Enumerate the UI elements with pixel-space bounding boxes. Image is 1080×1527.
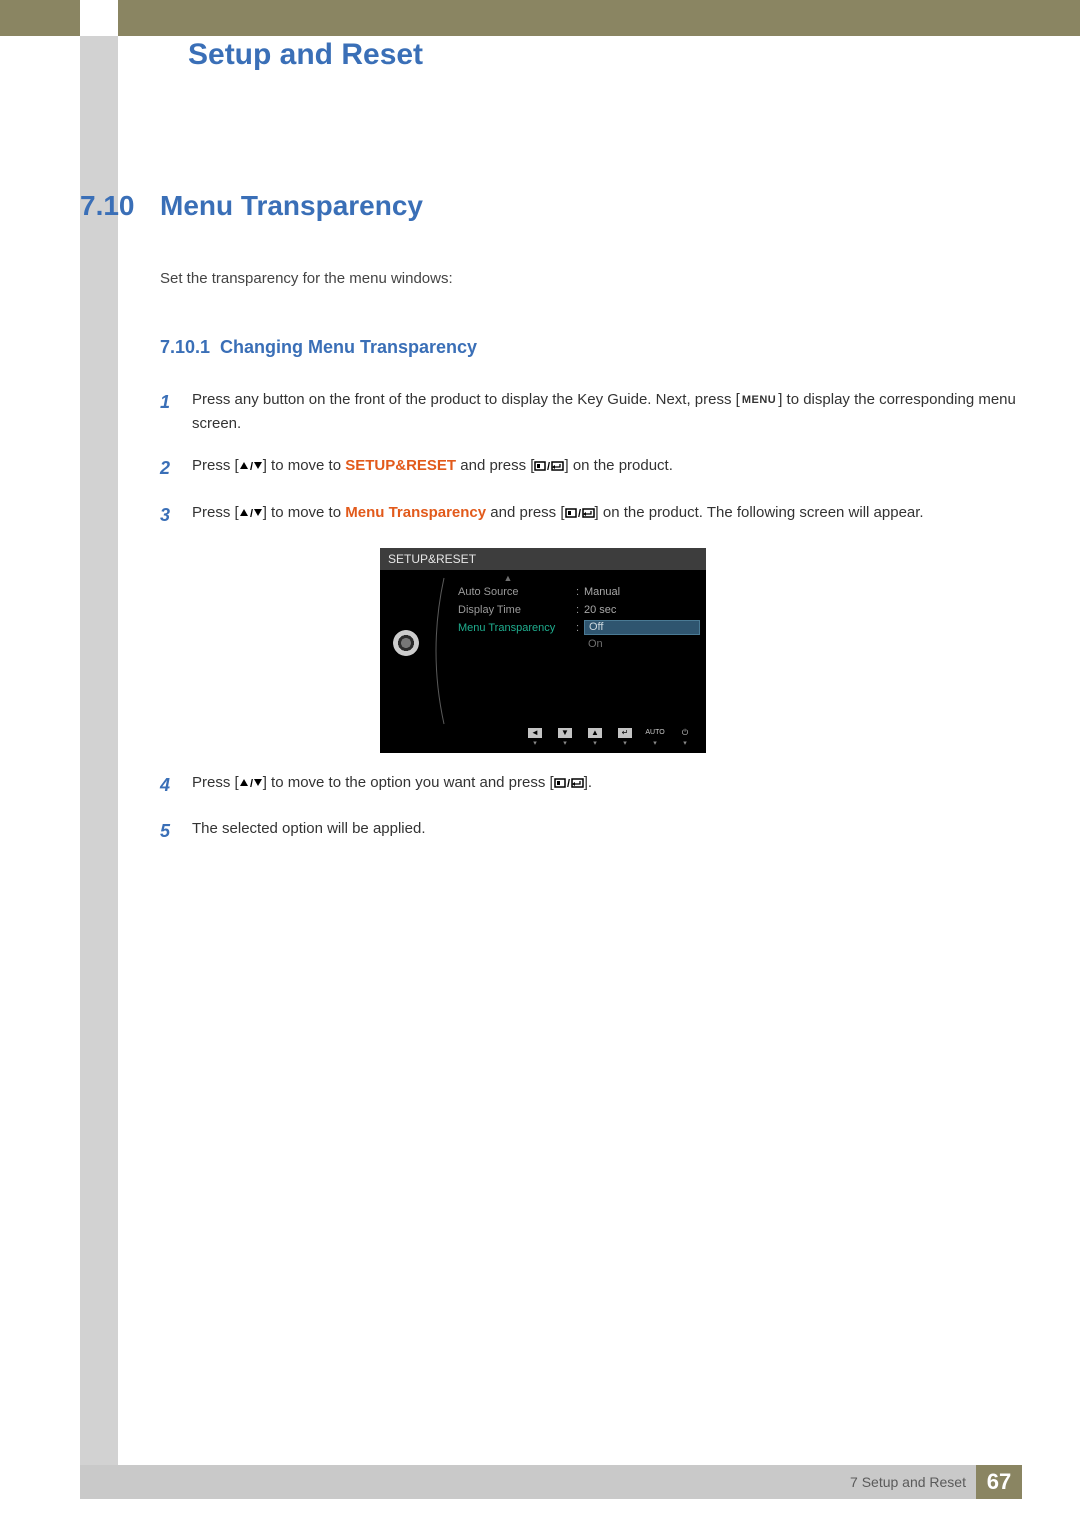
text: Press any button on the front of the pro… [192,391,740,408]
highlight: SETUP&RESET [345,457,456,474]
text: ] to move to the option you want and pre… [263,774,554,791]
subsection-number: 7.10.1 [160,337,220,358]
svg-text:/: / [250,508,253,519]
footer-chapter-ref: 7 Setup and Reset [850,1474,976,1490]
step-4: 4 Press [ / ] to move to the option you wa… [160,771,1022,800]
osd-nav-bar: ◄▾ ▼▾ ▲▾ ↵▾ AUTO▾ ⏻▾ [380,725,706,753]
step-number: 5 [160,817,192,846]
nav-power-icon: ⏻▾ [672,728,698,748]
select-enter-icon: / [565,507,595,519]
up-arrow-icon: ▲ [478,574,538,583]
text: and press [ [486,504,564,521]
footer: 7 Setup and Reset 67 [80,1465,1022,1499]
osd-title: SETUP&RESET [380,548,706,570]
step-2: 2 Press [ / ] to move to SETUP&RESET and p… [160,454,1022,483]
up-down-arrow-icon: / [239,507,263,519]
osd-value: Manual [584,586,620,598]
section-title: Menu Transparency [160,190,423,222]
svg-text:/: / [567,778,570,789]
top-bar [0,0,1080,36]
text: ] to move to [263,457,346,474]
header-tab [80,0,118,36]
svg-text:/: / [578,508,581,519]
subsection-title: Changing Menu Transparency [220,337,477,358]
text: Press [ [192,504,239,521]
step-body: Press [ / ] to move to Menu Transparency a… [192,501,1022,530]
nav-down-icon: ▼▾ [552,728,578,748]
up-down-arrow-icon: / [239,460,263,472]
step-number: 2 [160,454,192,483]
osd-label: Auto Source [458,586,576,598]
step-number: 1 [160,388,192,436]
intro-text: Set the transparency for the menu window… [160,270,1022,287]
gear-icon [393,630,419,656]
nav-up-icon: ▲▾ [582,728,608,748]
osd-row-menu-transparency: Menu Transparency : Off [458,619,700,637]
text: and press [ [456,457,534,474]
osd-side-icon [380,570,432,697]
up-down-arrow-icon: / [239,777,263,789]
step-body: Press [ / ] to move to SETUP&RESET and pre… [192,454,1022,483]
select-enter-icon: / [554,777,584,789]
text: ]. [584,774,592,791]
osd-value: 20 sec [584,604,616,616]
osd-option-on: On [584,637,700,652]
section-heading: 7.10 Menu Transparency [80,190,1022,222]
steps-list-cont: 4 Press [ / ] to move to the option you wa… [160,771,1022,847]
highlight: Menu Transparency [345,504,486,521]
osd-menu: ▲ Auto Source : Manual Display Time : 20… [432,570,706,697]
nav-auto: AUTO▾ [642,728,668,748]
osd-screenshot: SETUP&RESET ▲ Auto Source : Manual [380,548,706,753]
nav-back-icon: ◄▾ [522,728,548,748]
section-number: 7.10 [80,190,160,222]
step-1: 1 Press any button on the front of the p… [160,388,1022,436]
steps-list: 1 Press any button on the front of the p… [160,388,1022,530]
osd-label-active: Menu Transparency [458,622,576,634]
step-3: 3 Press [ / ] to move to Menu Transparency… [160,501,1022,530]
subsection-heading: 7.10.1 Changing Menu Transparency [160,337,1022,358]
osd-selected-option: Off [584,620,700,635]
svg-text:/: / [250,461,253,472]
osd-row-display-time: Display Time : 20 sec [458,601,700,619]
nav-enter-icon: ↵▾ [612,728,638,748]
text: ] to move to [263,504,346,521]
svg-text:/: / [250,778,253,789]
osd-row-auto-source: Auto Source : Manual [458,583,700,601]
step-body: The selected option will be applied. [192,817,1022,846]
step-number: 3 [160,501,192,530]
text: ] on the product. The following screen w… [595,504,924,521]
step-body: Press any button on the front of the pro… [192,388,1022,436]
footer-page-number: 67 [976,1465,1022,1499]
colon: : [576,604,584,616]
text: Press [ [192,457,239,474]
step-number: 4 [160,771,192,800]
content-area: 7.10 Menu Transparency Set the transpare… [80,190,1022,864]
svg-text:/: / [547,461,550,472]
step-body: Press [ / ] to move to the option you want… [192,771,1022,800]
colon: : [576,622,584,634]
text: ] on the product. [564,457,672,474]
chapter-title: Setup and Reset [188,38,423,72]
text: Press [ [192,774,239,791]
osd-label: Display Time [458,604,576,616]
step-5: 5 The selected option will be applied. [160,817,1022,846]
colon: : [576,586,584,598]
menu-key-icon: MENU [740,392,778,410]
select-enter-icon: / [534,460,564,472]
